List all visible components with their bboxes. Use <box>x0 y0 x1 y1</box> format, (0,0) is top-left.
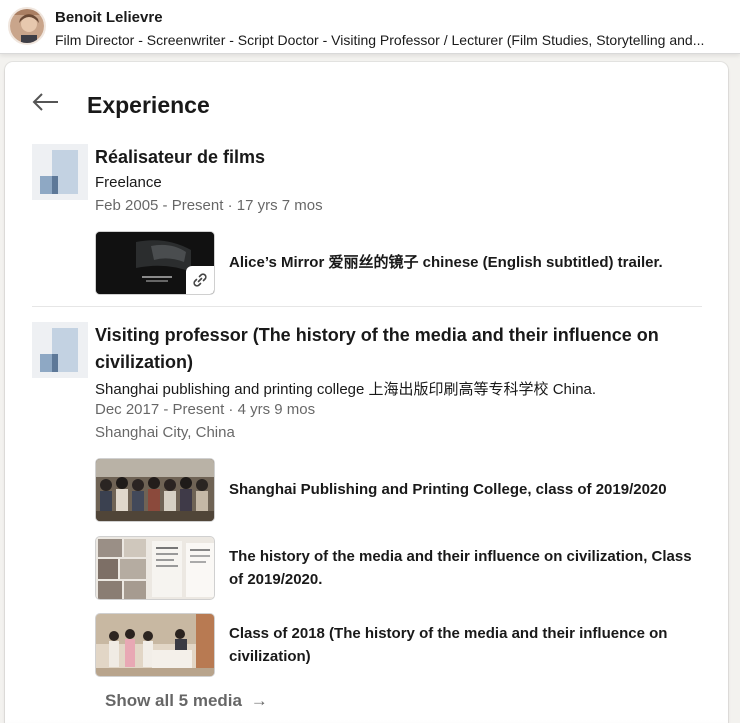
show-all-media-button[interactable]: Show all 5 media → <box>105 691 268 711</box>
media-title: The history of the media and their influ… <box>229 548 692 588</box>
position-location: Shanghai City, China <box>95 424 235 441</box>
media-thumbnail <box>95 458 215 522</box>
media-item[interactable]: Shanghai Publishing and Printing College… <box>95 458 705 522</box>
link-icon <box>186 266 214 294</box>
profile-name: Benoit Lelievre <box>55 9 163 26</box>
profile-top-bar: Benoit Lelievre Film Director - Screenwr… <box>0 0 740 54</box>
position-title: Réalisateur de films <box>95 147 266 167</box>
section-title: Experience <box>87 92 210 118</box>
media-item[interactable]: Alice’s Mirror 爱丽丝的镜子 chinese (English s… <box>95 231 705 295</box>
media-item[interactable]: Class of 2018 (The history of the media … <box>95 613 705 677</box>
position-company: Freelance <box>95 174 162 191</box>
media-thumbnail <box>95 231 215 295</box>
experience-card: Experience Réalisateur de films Freelanc… <box>5 62 728 723</box>
position-dates: Dec 2017 - Present · 4 yrs 9 mos <box>95 401 316 418</box>
arrow-right-icon: → <box>250 691 268 710</box>
position-company: Shanghai publishing and printing college… <box>95 381 597 398</box>
back-button[interactable] <box>31 90 61 114</box>
position-title: Visiting professor (The history of the m… <box>95 325 659 372</box>
company-logo[interactable] <box>32 322 88 378</box>
company-logo[interactable] <box>32 144 88 200</box>
media-title: Shanghai Publishing and Printing College… <box>229 481 667 498</box>
avatar[interactable] <box>8 7 46 45</box>
arrow-left-icon <box>32 93 58 111</box>
media-title: Class of 2018 (The history of the media … <box>229 625 668 665</box>
media-item[interactable]: The history of the media and their influ… <box>95 536 705 600</box>
profile-headline: Film Director - Screenwriter - Script Do… <box>55 32 705 48</box>
divider <box>32 306 702 307</box>
show-all-label: Show all 5 media <box>105 691 242 710</box>
media-title: Alice’s Mirror 爱丽丝的镜子 chinese (English s… <box>229 254 663 271</box>
media-thumbnail <box>95 613 215 677</box>
position-dates: Feb 2005 - Present · 17 yrs 7 mos <box>95 197 323 214</box>
media-thumbnail <box>95 536 215 600</box>
